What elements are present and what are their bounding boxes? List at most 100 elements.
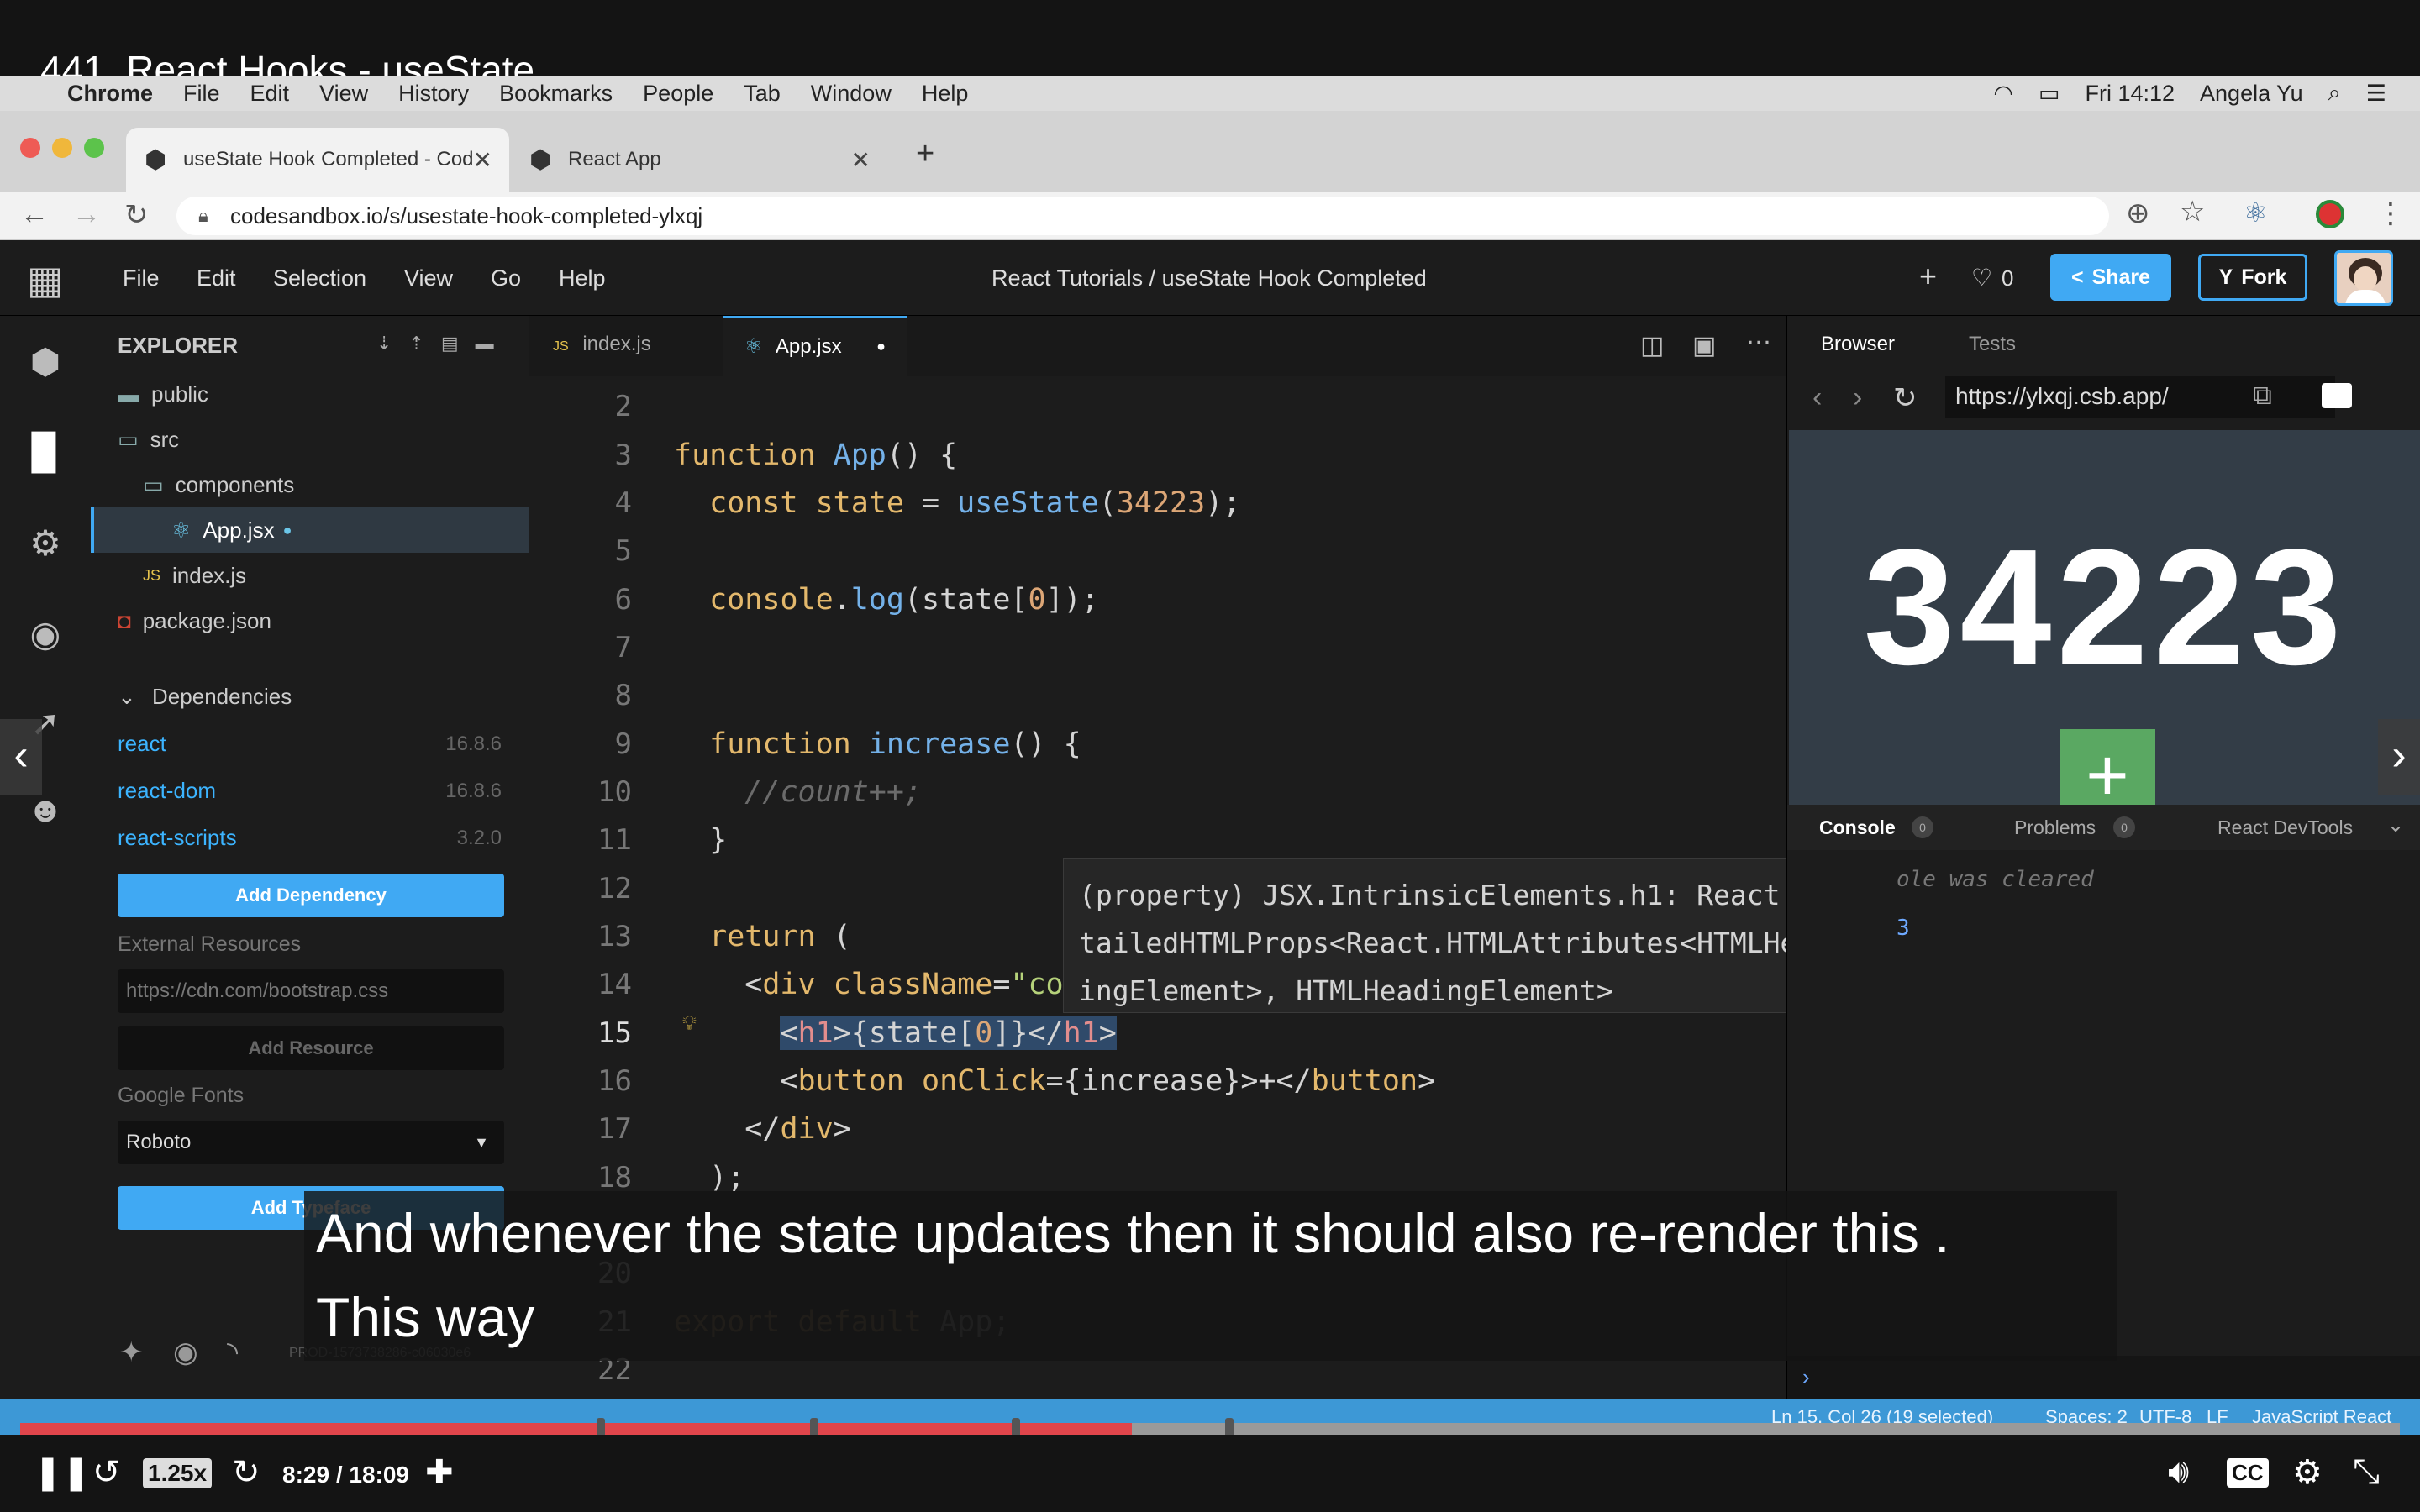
editor-tab-app-jsx[interactable]: ⚛ App.jsx ● [723,316,908,376]
unsaved-dot-icon[interactable]: ● [876,338,886,355]
wifi-icon[interactable]: ◠ [1993,81,2013,107]
more-actions-icon[interactable]: ⋯ [1746,328,1771,357]
console-tab[interactable]: Console [1819,816,1896,839]
url-bar[interactable]: 🔒︎ codesandbox.io/s/usestate-hook-comple… [176,197,2109,235]
new-tab-button[interactable]: + [916,136,934,172]
zoom-icon[interactable]: ⊕ [2126,197,2150,230]
rewind-icon[interactable]: ↺ [92,1453,121,1492]
window-minimize-button[interactable] [52,138,72,158]
folder-public[interactable]: ▬ public [91,371,529,417]
spotlight-search-icon[interactable]: ⌕ [2328,80,2341,107]
toggle-preview-icon[interactable] [2322,383,2352,408]
preview-increase-button[interactable]: + [2060,729,2155,805]
back-arrow-icon[interactable]: ← [20,198,49,231]
codesandbox-logo-icon[interactable]: ▦ [27,257,63,302]
bookmark-star-icon[interactable]: ☆ [2180,195,2205,228]
add-bookmark-icon[interactable]: ✚ [425,1453,454,1492]
dependency-react-dom[interactable]: react-dom [118,778,216,804]
editor-tab-index-js[interactable]: JS index.js [553,333,651,356]
playback-speed-button[interactable]: 1.25x [143,1458,213,1488]
menubar-clock[interactable]: Fri 14:12 [2085,81,2175,107]
react-devtools-extension-icon[interactable]: ⚛ [2244,197,2268,228]
github-icon[interactable]: ◉ [22,610,69,657]
cs-menu-help[interactable]: Help [559,265,606,291]
resource-url-input[interactable]: https://cdn.com/bootstrap.css [118,969,504,1013]
file-index-js[interactable]: JS index.js [91,553,529,598]
settings-gear-icon[interactable]: ⚙ [2292,1453,2323,1492]
cs-menu-go[interactable]: Go [491,265,521,291]
github-icon[interactable]: ◉ [173,1336,198,1369]
google-font-select[interactable]: Roboto ▼ [118,1121,504,1164]
preview-tab-tests[interactable]: Tests [1969,333,2016,356]
menu-bookmarks[interactable]: Bookmarks [499,81,613,107]
dependencies-header[interactable]: ⌄ Dependencies [118,684,292,710]
close-tab-icon[interactable]: ✕ [473,146,492,174]
menu-history[interactable]: History [398,81,469,107]
browser-tab-codesandbox[interactable]: ⬢ useState Hook Completed - Cod ✕ [126,128,509,192]
react-devtools-tab[interactable]: React DevTools [2217,816,2353,839]
explorer-actions-icons[interactable]: ⇣⇡▤▬ [376,333,511,354]
dependency-react-scripts[interactable]: react-scripts [118,825,237,851]
menu-view[interactable]: View [319,81,368,107]
split-editor-icon[interactable]: ◫ [1640,331,1664,360]
preview-url-input[interactable]: https://ylxqj.csb.app/ [1945,376,2335,418]
menu-tab[interactable]: Tab [744,81,781,107]
window-close-button[interactable] [20,138,40,158]
share-button[interactable]: < Share [2050,254,2171,301]
preview-forward-icon[interactable]: › [1853,381,1862,414]
cs-menu-selection[interactable]: Selection [273,265,366,291]
volume-icon[interactable]: 🔊︎ [2168,1453,2189,1491]
battery-icon[interactable]: ▭ [2039,81,2060,107]
reload-icon[interactable]: ↻ [124,198,149,232]
create-sandbox-icon[interactable]: + [1919,259,1937,294]
explorer-file-icon[interactable]: ▉ [22,428,69,475]
dependency-react[interactable]: react [118,731,166,757]
window-zoom-button[interactable] [84,138,104,158]
preview-toggle-icon[interactable]: ▣ [1692,331,1716,360]
open-new-window-icon[interactable]: ⧉ [2253,380,2272,412]
spectrum-icon[interactable]: ◝ [227,1336,238,1369]
pause-icon[interactable]: ❚❚ [34,1453,90,1492]
problems-tab[interactable]: Problems [2014,816,2096,839]
user-avatar[interactable] [2334,250,2393,306]
preview-tab-browser[interactable]: Browser [1821,333,1895,356]
captions-icon[interactable]: CC [2227,1458,2269,1488]
preview-reload-icon[interactable]: ↻ [1893,381,1918,415]
menu-edit[interactable]: Edit [250,81,290,107]
menu-help[interactable]: Help [922,81,969,107]
next-lecture-arrow-icon[interactable]: › [2378,719,2420,795]
previous-lecture-arrow-icon[interactable]: ‹ [0,719,42,795]
menu-window[interactable]: Window [811,81,892,107]
cs-menu-edit[interactable]: Edit [197,265,236,291]
notification-center-icon[interactable]: ☰ [2366,81,2386,107]
preview-back-icon[interactable]: ‹ [1812,381,1822,414]
chevron-down-icon[interactable]: ⌄ [2387,813,2404,837]
menu-file[interactable]: File [183,81,220,107]
like-heart-icon[interactable]: ♡ [1971,264,1992,291]
sandbox-info-icon[interactable]: ⬢ [22,338,69,385]
folder-components[interactable]: ▭ components [91,462,529,507]
video-progress-bar[interactable] [20,1418,2400,1440]
twitter-icon[interactable]: ✦ [119,1336,144,1369]
add-resource-button[interactable]: Add Resource [118,1026,504,1070]
exit-fullscreen-icon[interactable]: ⤡ [2353,1453,2380,1491]
fork-button[interactable]: Y Fork [2198,254,2307,301]
menu-people[interactable]: People [643,81,713,107]
file-package-json[interactable]: ◘ package.json [91,598,529,643]
extension-icon[interactable] [2316,200,2344,228]
add-dependency-button[interactable]: Add Dependency [118,874,504,917]
menubar-user[interactable]: Angela Yu [2200,81,2303,107]
console-input[interactable]: › [1787,1356,2420,1399]
chrome-menu-icon[interactable]: ⋮ [2376,197,2405,230]
sandbox-breadcrumb[interactable]: React Tutorials / useState Hook Complete… [992,265,1427,291]
folder-src[interactable]: ▭ src [91,417,529,462]
cs-menu-view[interactable]: View [404,265,453,291]
forward-arrow-icon[interactable]: → [72,198,101,231]
cs-menu-file[interactable]: File [123,265,160,291]
close-tab-icon[interactable]: ✕ [851,146,871,174]
browser-tab-react-app[interactable]: ⬢ React App ✕ [518,128,887,192]
config-gear-icon[interactable]: ⚙ [22,519,69,566]
menu-app-name[interactable]: Chrome [67,81,153,107]
lightbulb-icon[interactable]: 💡︎ [682,1011,697,1035]
forward-icon[interactable]: ↻ [232,1453,260,1492]
